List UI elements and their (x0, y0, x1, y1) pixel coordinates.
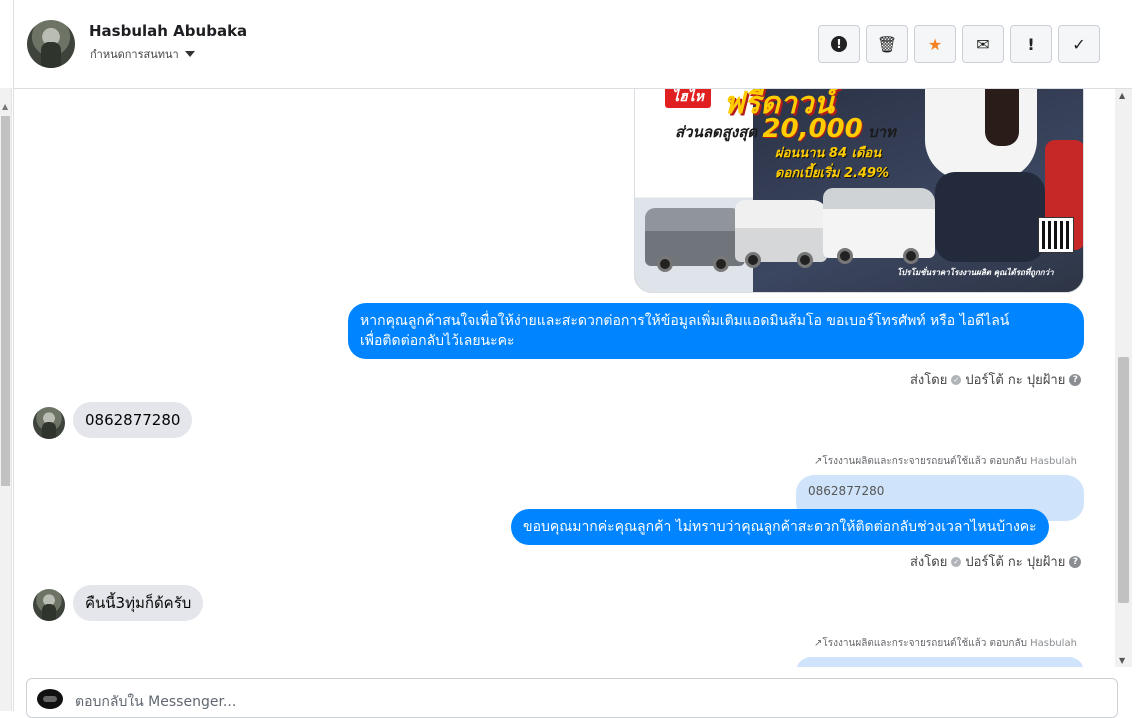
page-logo-icon (37, 689, 63, 709)
spam-button[interactable]: ! (818, 25, 860, 63)
trash-icon: 🗑 (876, 34, 898, 54)
promo-footer: โปรโมชั่นราคาโรงงานผลิต คุณได้รถที่ถูกกว… (897, 268, 1054, 277)
qr-code (1039, 218, 1073, 252)
outgoing-message[interactable]: ขอบคุณมากค่ะคุณลูกค้า ไม่ทราบว่าคุณลูกค้… (511, 509, 1049, 545)
chat-scroll-thumb[interactable] (1118, 357, 1129, 603)
reply-note: ↗โรงงานผลิตและกระจายรถยนต์ใช้แล้ว ตอบกลั… (814, 638, 1077, 649)
schedule-label: กำหนดการสนทนา (90, 48, 179, 61)
important-button[interactable]: ! (1010, 25, 1052, 63)
schedule-dropdown[interactable]: กำหนดการสนทนา (90, 45, 195, 63)
sender-check-icon: ✓ (951, 556, 962, 567)
quoted-message-partial[interactable] (796, 657, 1084, 667)
left-scrollbar[interactable]: ▲ (0, 88, 12, 711)
reply-composer (26, 678, 1118, 718)
envelope-icon: ✉ (976, 34, 990, 54)
scroll-down-icon[interactable]: ▼ (1119, 656, 1125, 665)
promo-interest: ดอกเบี้ยเริ่ม 2.49% (775, 166, 890, 181)
scroll-up-icon[interactable]: ▲ (1119, 91, 1125, 100)
mark-unread-button[interactable]: ✉ (962, 25, 1004, 63)
contact-avatar-small[interactable] (33, 589, 65, 621)
promo-image[interactable]: ไฮไห ฟรีดาวน์ ส่วนลดสูงสุด 20,000 บาท ผ่… (634, 89, 1084, 293)
contact-avatar[interactable] (27, 20, 75, 68)
alert-circle-icon: ! (831, 36, 847, 52)
message-list[interactable]: ไฮไห ฟรีดาวน์ ส่วนลดสูงสุด 20,000 บาท ผ่… (14, 89, 1118, 667)
incoming-message[interactable]: 0862877280 (73, 402, 193, 438)
promo-badge: ไฮไห (665, 89, 711, 108)
car-sedan (645, 208, 745, 272)
reply-note: ↗โรงงานผลิตและกระจายรถยนต์ใช้แล้ว ตอบกลั… (814, 456, 1077, 467)
car-pickup-white (735, 200, 827, 268)
conversation-header: Hasbulah Abubaka กำหนดการสนทนา ! 🗑 ★ ✉ !… (14, 0, 1132, 89)
scroll-up-icon[interactable]: ▲ (2, 102, 8, 111)
chat-scrollbar[interactable]: ▲ ▼ (1115, 89, 1132, 667)
star-button[interactable]: ★ (914, 25, 956, 63)
left-scroll-thumb[interactable] (1, 116, 10, 486)
sent-by-meta: ส่งโดย ✓ ปอร์โต้ กะ ปุยฝ้าย ? (910, 369, 1082, 390)
contact-name[interactable]: Hasbulah Abubaka (89, 22, 247, 40)
caret-down-icon (184, 51, 195, 57)
car-pickup-cargo (823, 188, 935, 264)
incoming-message[interactable]: คืนนี้3ทุ่มก็ด้ครับ (73, 585, 204, 621)
check-icon: ✓ (1072, 34, 1086, 54)
star-icon: ★ (927, 34, 943, 54)
help-icon[interactable]: ? (1069, 373, 1082, 386)
help-icon[interactable]: ? (1069, 555, 1082, 568)
outgoing-message[interactable]: หากคุณลูกค้าสนใจเพื่อให้ง่ายและสะดวกต่อก… (348, 303, 1084, 359)
delete-button[interactable]: 🗑 (866, 25, 908, 63)
promo-discount: ส่วนลดสูงสุด 20,000 บาท (675, 114, 896, 144)
sender-check-icon: ✓ (951, 374, 962, 385)
exclamation-icon: ! (1027, 34, 1035, 54)
conversation-panel: Hasbulah Abubaka กำหนดการสนทนา ! 🗑 ★ ✉ !… (13, 0, 1132, 718)
toolbar: ! 🗑 ★ ✉ ! ✓ (818, 25, 1100, 63)
contact-avatar-small[interactable] (33, 407, 65, 439)
promo-installment: ผ่อนนาน 84 เดือน (775, 146, 882, 161)
reply-input[interactable] (75, 687, 775, 717)
sent-by-meta: ส่งโดย ✓ ปอร์โต้ กะ ปุยฝ้าย ? (910, 551, 1082, 572)
mark-done-button[interactable]: ✓ (1058, 25, 1100, 63)
